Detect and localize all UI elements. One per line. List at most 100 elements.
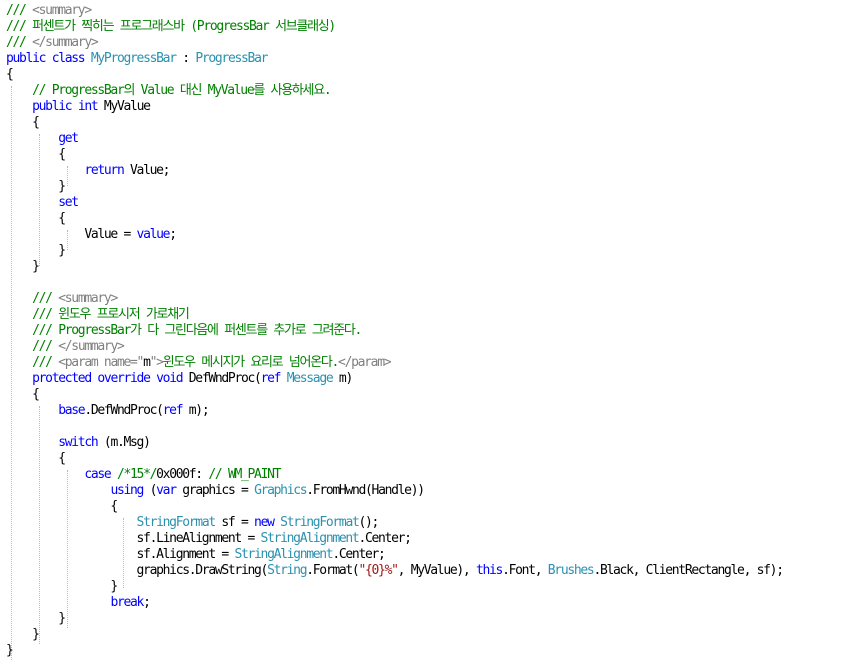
type-token: StringAlignment [260,531,360,546]
code-line: sf.LineAlignment = StringAlignment.Cente… [6,531,412,547]
code-token: : [175,51,196,66]
keyword-token: class [51,51,86,66]
code-line: } [6,259,40,275]
code-line: public class MyProgressBar : ProgressBar [6,51,268,67]
keyword-token: new [254,515,275,530]
code-line: set [6,195,79,211]
code-token: MyValue [97,99,151,114]
comment-token: /// 윈도우 프로시저 가로채기 [32,307,190,322]
code-line: { [6,211,66,227]
comment-token: /// [32,355,53,370]
code-line: { [6,67,14,83]
code-token: Value; [123,163,170,178]
type-token: StringFormat [136,515,217,530]
code-line: { [6,115,40,131]
code-token: sf = [214,515,255,530]
code-token: { [6,211,66,226]
comment-token: /// [32,291,53,306]
code-token: { [6,387,40,402]
string-token: "{0}%" [358,563,398,578]
comment-token: 윈도우 메시지가 요리로 넘어온다. [162,355,340,370]
code-line: graphics.DrawString(String.Format("{0}%"… [6,563,785,579]
code-token: Value = [6,227,137,242]
code-token: sf.Alignment = [6,547,235,562]
doc-tag-token: </summary> [58,339,125,354]
keyword-token: ref [260,371,282,386]
code-line: // ProgressBar의 Value 대신 MyValue를 사용하세요. [6,83,332,99]
code-line: /// 퍼센트가 찍히는 프로그래스바 (ProgressBar 서브클래싱) [6,19,336,35]
code-line: using (var graphics = Graphics.FromHwnd(… [6,483,425,499]
doc-tag-token: <summary> [32,3,92,18]
code-token: } [6,643,14,658]
doc-tag-token: "> [149,355,164,370]
code-token: } [6,179,66,194]
code-token: { [6,67,14,82]
code-token: m) [332,371,353,386]
code-token: m); [182,403,210,418]
type-token: String [267,563,307,578]
code-line: Value = value; [6,227,177,243]
comment-token: // WM_PAINT [208,467,281,482]
type-token: Brushes [547,563,595,578]
code-line: /// 윈도우 프로시저 가로채기 [6,307,190,323]
code-line: StringFormat sf = new StringFormat(); [6,515,380,531]
comment-token: /// ProgressBar가 다 그린다음에 퍼센트를 추가로 그려준다. [32,323,362,338]
code-line: switch (m.Msg) [6,435,151,451]
code-line: return Value; [6,163,170,179]
keyword-token: ref [162,403,184,418]
comment-token: /// 퍼센트가 찍히는 프로그래스바 (ProgressBar 서브클래싱) [6,19,336,34]
keyword-token: base [58,403,85,418]
keyword-token: int [77,99,99,114]
keyword-token: using [110,483,144,498]
code-token: } [6,243,66,258]
doc-tag-token: </summary> [32,35,99,50]
code-token: ; [143,595,151,610]
keyword-token: value [136,227,171,242]
keyword-token: get [58,131,79,146]
keyword-token: public [32,99,72,114]
code-token: .Format( [306,563,360,578]
keyword-token: public [6,51,46,66]
code-line: /// </summary> [6,35,99,51]
code-token: } [6,611,66,626]
code-token: graphics = [175,483,255,498]
keyword-token: case [84,467,111,482]
keyword-token: var [156,483,177,498]
keyword-token: switch [58,435,98,450]
comment-token: /*15*/ [116,467,157,482]
code-line: /// </summary> [6,339,125,355]
code-token: } [6,579,118,594]
code-token: (); [358,515,380,530]
code-token: sf.LineAlignment = [6,531,261,546]
code-line: } [6,243,66,259]
code-token: DefWndProc( [182,371,262,386]
code-token: } [6,259,40,274]
keyword-token: protected [32,371,92,386]
type-token: MyProgressBar [90,51,177,66]
keyword-token: this [475,563,503,578]
code-token: { [6,451,66,466]
code-token: { [6,499,118,514]
code-line: get [6,131,79,147]
code-token: .Center; [358,531,412,546]
doc-tag-token: <param name=" [58,355,144,370]
comment-token: /// [6,35,27,50]
code-line: { [6,387,40,403]
keyword-token: set [58,195,79,210]
code-token: } [6,627,40,642]
code-editor[interactable]: /// <summary>/// 퍼센트가 찍히는 프로그래스바 (Progre… [0,0,845,669]
code-line: } [6,611,66,627]
